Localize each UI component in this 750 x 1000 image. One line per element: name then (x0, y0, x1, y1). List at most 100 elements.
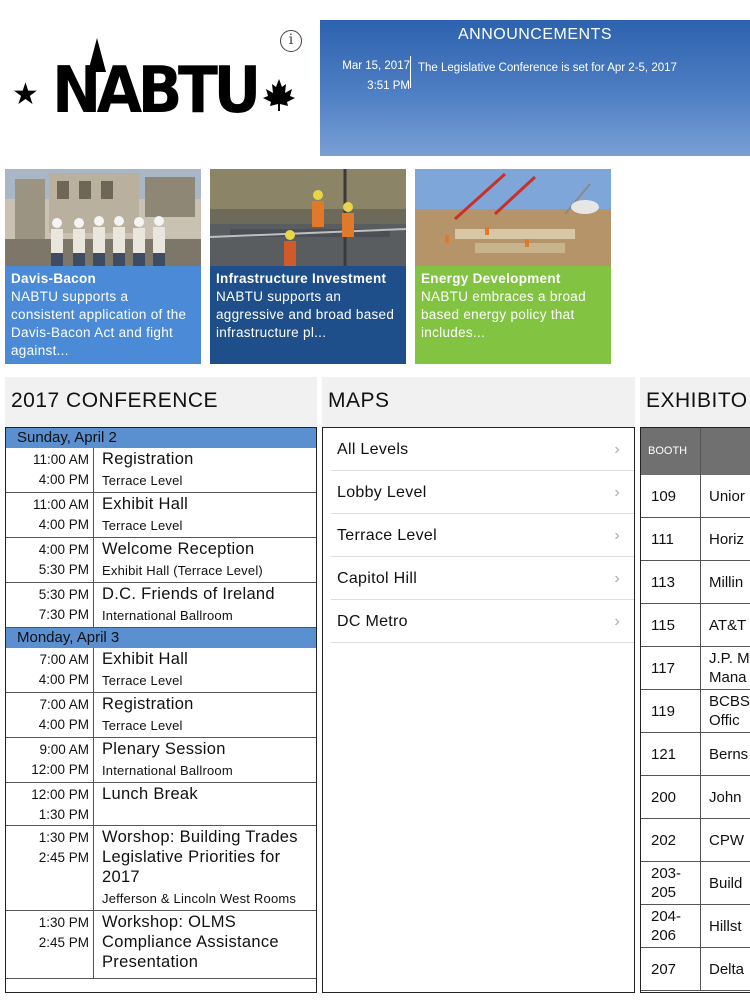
table-row[interactable]: 119 BCBS Offic (641, 690, 750, 733)
announcements-panel[interactable]: ANNOUNCEMENTS Mar 15, 2017 3:51 PM The L… (320, 20, 750, 156)
tile-text: NABTU supports a consistent application … (11, 289, 187, 358)
table-row[interactable]: 200 John (641, 776, 750, 819)
map-item-lobby-level[interactable]: Lobby Level › (331, 471, 634, 514)
event-start: 12:00 PM (31, 787, 89, 802)
announcements-title: ANNOUNCEMENTS (457, 26, 613, 43)
exhibitor-name-cell: CPW (709, 831, 744, 849)
event-start: 1:30 PM (38, 830, 89, 845)
table-row[interactable]: 203- 205 Build (641, 862, 750, 905)
schedule-item[interactable]: 5:30 PM 7:30 PM D.C. Friends of Ireland In… (6, 583, 316, 628)
event-time: 11:00 AM 4:00 PM (6, 448, 93, 492)
tile-energy-development[interactable]: Energy Development NABTU embraces a broa… (415, 169, 611, 364)
table-row[interactable]: 109 Unior (641, 475, 750, 518)
schedule-item[interactable]: 1:30 PM 2:45 PM Workshop: OLMS Compliance… (6, 911, 316, 979)
event-end: 4:00 PM (38, 717, 89, 732)
table-row[interactable]: 117 J.P. M Mana (641, 647, 750, 690)
schedule-item[interactable]: 7:00 AM 4:00 PM Registration Terrace Level (6, 693, 316, 738)
map-item-label: Capitol Hill (337, 570, 418, 587)
announcement-datetime: Mar 15, 2017 3:51 PM (326, 56, 410, 96)
exhibitors-title: EXHIBITO (646, 389, 748, 412)
chevron-right-icon: › (614, 527, 620, 544)
event-time: 1:30 PM 2:45 PM (6, 911, 93, 978)
booth-cell: 111 (641, 518, 701, 560)
event-time: 11:00 AM 4:00 PM (6, 493, 93, 537)
event-start: 11:00 AM (32, 452, 89, 467)
schedule-item[interactable]: 1:30 PM 2:45 PM Worshop: Building Trades … (6, 826, 316, 911)
booth-cell: 109 (641, 475, 701, 517)
exhibitor-name-cell: Hillst (709, 917, 742, 935)
booth-cell: 203- 205 (641, 862, 701, 904)
map-item-dc-metro[interactable]: DC Metro › (331, 600, 634, 643)
schedule-item[interactable]: 9:00 AM 12:00 PM Plenary Session Internati… (6, 738, 316, 783)
event-info: Workshop: OLMS Compliance Assistance Pre… (93, 911, 316, 978)
booth-cell: 117 (641, 647, 701, 689)
tile-infrastructure-investment[interactable]: Infrastructure Investment NABTU supports… (210, 169, 406, 364)
event-title: Plenary Session (102, 740, 226, 758)
tile-davis-bacon[interactable]: Davis-Bacon NABTU supports a consistent … (5, 169, 201, 364)
map-item-all-levels[interactable]: All Levels › (331, 428, 634, 471)
booth-cell: 113 (641, 561, 701, 603)
maps-panel: MAPS All Levels › Lobby Level › Terrace Le… (322, 377, 635, 993)
tile-title: Davis-Bacon (11, 271, 97, 286)
event-time: 7:00 AM 4:00 PM (6, 693, 93, 737)
tile-body: Infrastructure Investment NABTU supports… (210, 266, 406, 364)
event-info: Welcome Reception Exhibit Hall (Terrace L… (93, 538, 316, 582)
day-header: Monday, April 3 (6, 628, 316, 648)
event-info: Lunch Break (93, 783, 316, 825)
announcement-text[interactable]: The Legislative Conference is set for Ap… (418, 62, 677, 74)
event-end: 5:30 PM (38, 562, 89, 577)
event-end: 1:30 PM (38, 807, 89, 822)
event-time: 9:00 AM 12:00 PM (6, 738, 93, 782)
event-info: Plenary Session International Ballroom (93, 738, 316, 782)
tile-title: Energy Development (421, 271, 561, 286)
table-row[interactable]: 115 AT&T (641, 604, 750, 647)
event-location: Jefferson & Lincoln West Rooms (102, 891, 297, 906)
conference-title: 2017 CONFERENCE (11, 389, 219, 412)
event-start: 7:00 AM (39, 652, 89, 667)
schedule-item[interactable]: 11:00 AM 4:00 PM Registration Terrace Leve… (6, 448, 316, 493)
booth-cell: 119 (641, 690, 701, 732)
event-info: Exhibit Hall Terrace Level (93, 493, 316, 537)
exhibitor-rows: 109 Unior 111 Horiz 113 Millin 115 AT&T 117 J.P. … (641, 475, 750, 991)
event-title: Workshop: OLMS Compliance Assistance Pre… (102, 913, 279, 971)
event-location: International Ballroom (102, 608, 233, 623)
booth-cell: 204- 206 (641, 905, 701, 947)
map-item-capitol-hill[interactable]: Capitol Hill › (331, 557, 634, 600)
table-row[interactable]: 204- 206 Hillst (641, 905, 750, 948)
conference-schedule[interactable]: Sunday, April 2 11:00 AM 4:00 PM Registra… (5, 427, 317, 993)
logo-text: NABTU (52, 54, 261, 128)
event-info: Registration Terrace Level (93, 693, 316, 737)
event-end: 2:45 PM (38, 850, 89, 865)
exhibitors-table[interactable]: BOOTH 109 Unior 111 Horiz 113 Millin 115 AT&T 11… (640, 427, 750, 993)
table-row[interactable]: 202 CPW (641, 819, 750, 862)
chevron-right-icon: › (614, 484, 620, 501)
booth-cell: 202 (641, 819, 701, 861)
event-info: Worshop: Building Trades Legislative Pri… (93, 826, 316, 910)
event-info: Exhibit Hall Terrace Level (93, 648, 316, 692)
event-title: D.C. Friends of Ireland (102, 585, 275, 603)
schedule-item[interactable]: 7:00 AM 4:00 PM Exhibit Hall Terrace Level (6, 648, 316, 693)
exhibitor-name-cell: J.P. M Mana (709, 650, 750, 686)
event-time: 7:00 AM 4:00 PM (6, 648, 93, 692)
table-row[interactable]: 113 Millin (641, 561, 750, 604)
exhibitor-name-cell: Millin (709, 573, 744, 591)
schedule-item[interactable]: 12:00 PM 1:30 PM Lunch Break (6, 783, 316, 826)
energy-photo (415, 169, 611, 266)
booth-cell: 200 (641, 776, 701, 818)
chevron-right-icon: › (614, 613, 620, 630)
name-column-header[interactable] (701, 428, 750, 475)
schedule-item[interactable]: 11:00 AM 4:00 PM Exhibit Hall Terrace Leve… (6, 493, 316, 538)
schedule-item[interactable]: 4:00 PM 5:30 PM Welcome Reception Exhibit … (6, 538, 316, 583)
booth-column-header[interactable]: BOOTH (641, 428, 701, 475)
event-location: Terrace Level (102, 473, 183, 488)
map-item-terrace-level[interactable]: Terrace Level › (331, 514, 634, 557)
exhibitors-panel: EXHIBITO BOOTH 109 Unior 111 Horiz 113 Millin… (640, 377, 750, 993)
info-button[interactable]: i (280, 30, 302, 52)
event-location: International Ballroom (102, 763, 233, 778)
table-row[interactable]: 121 Berns (641, 733, 750, 776)
exhibitor-name-cell: Build (709, 874, 743, 892)
table-row[interactable]: 207 Delta (641, 948, 750, 991)
event-location: Terrace Level (102, 673, 183, 688)
event-title: Lunch Break (102, 785, 198, 803)
table-row[interactable]: 111 Horiz (641, 518, 750, 561)
